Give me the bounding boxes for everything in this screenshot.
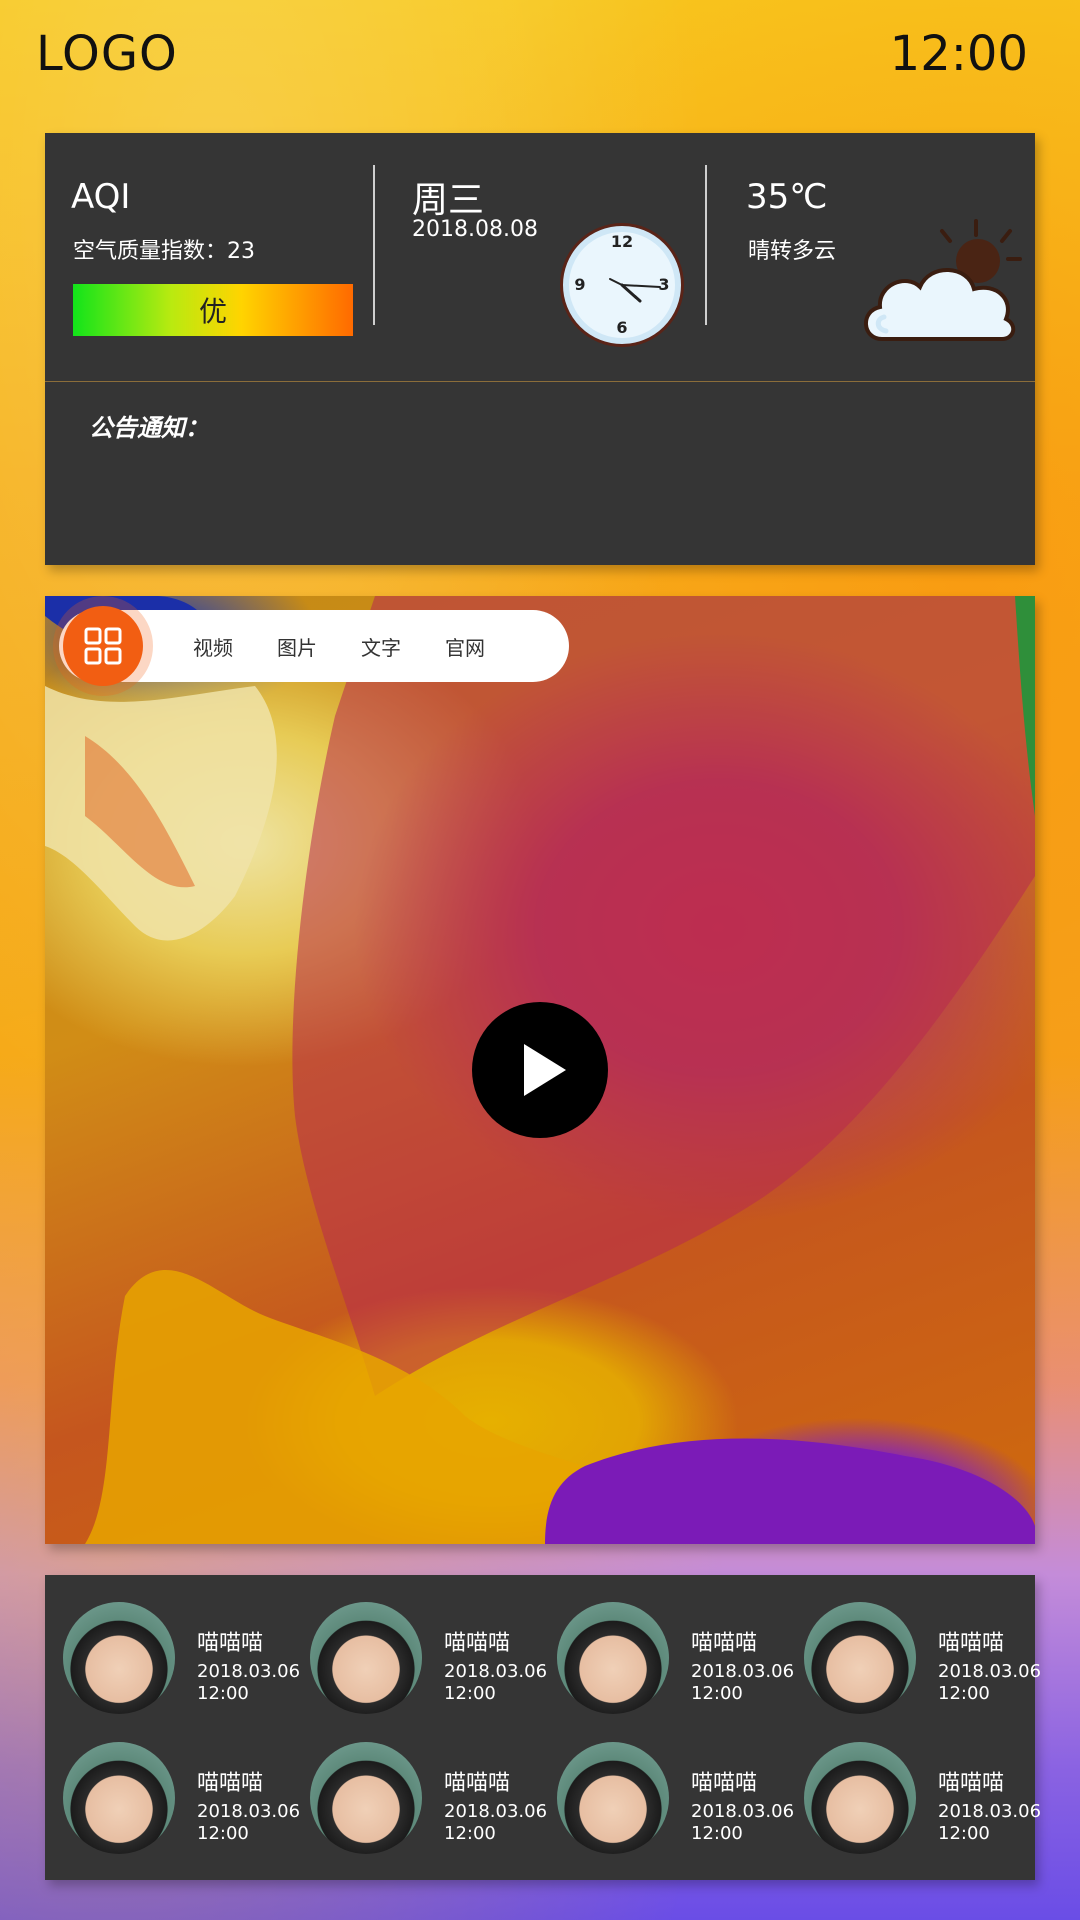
divider [705,165,707,325]
date: 2018.08.08 [412,217,538,242]
clock-number: 9 [574,275,585,294]
list-item[interactable]: 喵喵喵 2018.03.06 12:00 [292,1715,547,1854]
aqi-level: 优 [198,295,227,328]
user-name: 喵喵喵 [197,1771,264,1796]
list-item[interactable]: 喵喵喵 2018.03.06 12:00 [292,1575,547,1714]
user-date: 2018.03.06 [197,1801,301,1822]
list-item[interactable]: 喵喵喵 2018.03.06 12:00 [786,1715,1041,1854]
clock-number: 12 [611,232,633,251]
user-time: 12:00 [938,1823,990,1844]
info-panel: AQI 空气质量指数：23 优 周三 2018.08.08 12 3 6 9 3… [45,133,1035,565]
user-name: 喵喵喵 [197,1631,264,1656]
user-name: 喵喵喵 [444,1771,511,1796]
media-tabs: 视频 图片 文字 官网 [193,610,485,682]
tab-images[interactable]: 图片 [277,632,317,661]
user-name: 喵喵喵 [691,1771,758,1796]
user-date: 2018.03.06 [938,1801,1042,1822]
logo: LOGO [36,26,178,82]
weather-section: 35℃ 晴转多云 [746,133,1035,381]
user-name: 喵喵喵 [444,1631,511,1656]
list-item[interactable]: 喵喵喵 2018.03.06 12:00 [539,1575,794,1714]
current-time: 12:00 [889,26,1028,82]
clock-number: 3 [658,275,669,294]
avatar [63,1602,175,1714]
avatar [310,1602,422,1714]
user-time: 12:00 [691,1823,743,1844]
play-icon [524,1044,566,1096]
user-date: 2018.03.06 [691,1801,795,1822]
user-time: 12:00 [691,1683,743,1704]
user-time: 12:00 [197,1683,249,1704]
user-time: 12:00 [197,1823,249,1844]
avatar [310,1742,422,1854]
user-date: 2018.03.06 [691,1661,795,1682]
tab-video[interactable]: 视频 [193,632,233,661]
user-time: 12:00 [938,1683,990,1704]
tab-text[interactable]: 文字 [361,632,401,661]
user-date: 2018.03.06 [197,1661,301,1682]
clock-number: 6 [616,318,627,337]
date-section: 周三 2018.08.08 12 3 6 9 [412,133,712,381]
media-player[interactable]: 视频 图片 文字 官网 [45,596,1035,1544]
divider [373,165,375,325]
avatar [557,1742,669,1854]
aqi-title: AQI [71,177,131,217]
aqi-section: AQI 空气质量指数：23 优 [45,133,373,381]
grid-menu-button[interactable] [63,606,143,686]
user-name: 喵喵喵 [938,1771,1005,1796]
user-name: 喵喵喵 [938,1631,1005,1656]
user-date: 2018.03.06 [938,1661,1042,1682]
notice-divider [45,381,1035,382]
user-time: 12:00 [444,1683,496,1704]
play-button[interactable] [472,1002,608,1138]
avatar [804,1602,916,1714]
notice-label: 公告通知： [89,413,209,442]
user-name: 喵喵喵 [691,1631,758,1656]
grid-icon [84,627,122,665]
user-time: 12:00 [444,1823,496,1844]
user-list: 喵喵喵 2018.03.06 12:00 喵喵喵 2018.03.06 12:0… [45,1575,1041,1880]
weekday: 周三 [412,180,485,221]
list-item[interactable]: 喵喵喵 2018.03.06 12:00 [45,1715,300,1854]
weather-condition: 晴转多云 [748,239,837,264]
media-nav-bar: 视频 图片 文字 官网 [59,606,569,686]
list-item[interactable]: 喵喵喵 2018.03.06 12:00 [786,1575,1041,1714]
aqi-level-bar: 优 [73,284,353,336]
avatar [557,1602,669,1714]
tab-official-site[interactable]: 官网 [445,632,485,661]
info-row: AQI 空气质量指数：23 优 周三 2018.08.08 12 3 6 9 3… [45,133,1035,381]
avatar [804,1742,916,1854]
user-date: 2018.03.06 [444,1801,548,1822]
cloud-sun-icon [864,219,1022,341]
list-item[interactable]: 喵喵喵 2018.03.06 12:00 [539,1715,794,1854]
avatar [63,1742,175,1854]
list-item[interactable]: 喵喵喵 2018.03.06 12:00 [45,1575,300,1714]
aqi-label: 空气质量指数：23 [73,239,255,264]
analog-clock-icon: 12 3 6 9 [560,223,684,347]
user-date: 2018.03.06 [444,1661,548,1682]
temperature: 35℃ [746,177,828,217]
